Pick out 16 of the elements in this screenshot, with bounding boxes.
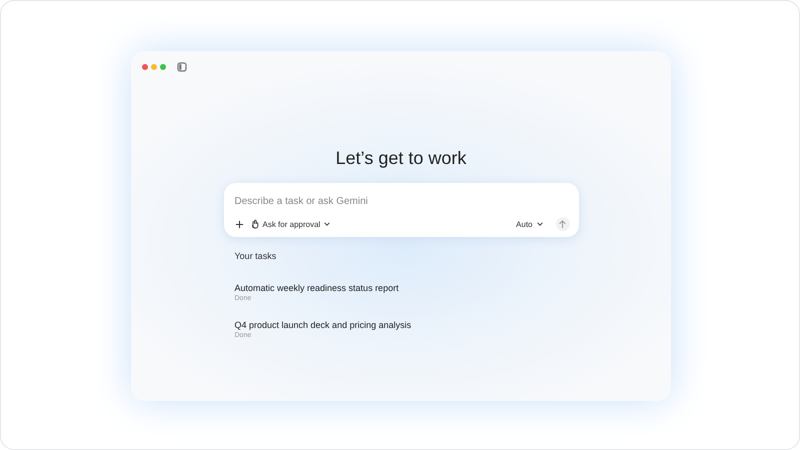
arrow-up-icon	[558, 220, 567, 228]
chevron-down-icon	[536, 220, 544, 228]
task-title[interactable]: Q4 product launch deck and pricing analysis	[234, 320, 568, 330]
heading: Let’s get to work	[336, 148, 466, 169]
prompt-input[interactable]: Describe a task or ask Gemini	[234, 196, 570, 207]
send-button[interactable]	[556, 217, 570, 231]
sidebar-toggle-icon[interactable]	[177, 62, 187, 72]
section-title: Your tasks	[234, 251, 278, 261]
model-dropdown[interactable]: Auto	[516, 220, 544, 228]
chevron-down-icon	[323, 220, 332, 228]
close-button[interactable]	[142, 64, 148, 70]
approval-dropdown[interactable]: Ask for approval	[250, 219, 332, 229]
plus-icon[interactable]	[234, 220, 244, 228]
task-title[interactable]: Automatic weekly readiness status report	[234, 283, 568, 293]
maximize-button[interactable]	[160, 64, 166, 70]
hand-icon	[250, 219, 260, 229]
